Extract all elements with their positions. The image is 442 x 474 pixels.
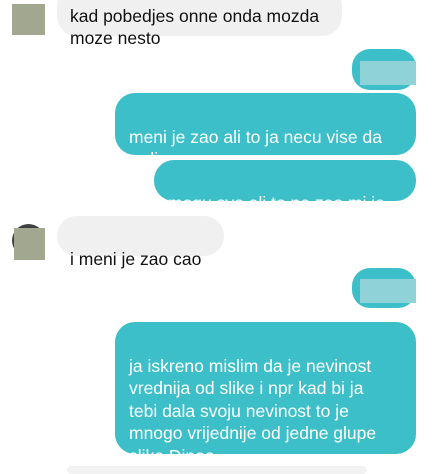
avatar-redaction bbox=[14, 228, 45, 260]
message-bubble-outgoing[interactable]: meni je zao ali to ja necu vise da radim bbox=[115, 93, 416, 169]
message-bubble-outgoing-redacted[interactable] bbox=[352, 49, 416, 90]
contact-avatar[interactable] bbox=[12, 4, 45, 35]
message-bubble-outgoing[interactable]: mogu sve ali to ne zao mi je bbox=[154, 160, 416, 213]
next-message-edge bbox=[67, 466, 367, 474]
redaction-block bbox=[360, 279, 416, 303]
redaction-block bbox=[360, 61, 416, 85]
contact-avatar[interactable] bbox=[12, 224, 45, 260]
message-text: ja iskreno mislim da je nevinost vrednij… bbox=[129, 355, 377, 466]
message-bubble-incoming[interactable]: kad pobedjes onne onda mozda moze nesto bbox=[57, 0, 342, 48]
message-bubble-outgoing-redacted[interactable] bbox=[352, 268, 416, 308]
message-text: mogu sve ali to ne zao mi je bbox=[168, 192, 385, 213]
message-bubble-outgoing[interactable]: ja iskreno mislim da je nevinost vrednij… bbox=[115, 322, 416, 466]
message-text: kad pobedjes onne onda mozda moze nesto bbox=[70, 5, 320, 49]
message-bubble-incoming[interactable]: i meni je zao cao bbox=[57, 216, 224, 269]
message-text: i meni je zao cao bbox=[70, 248, 202, 269]
